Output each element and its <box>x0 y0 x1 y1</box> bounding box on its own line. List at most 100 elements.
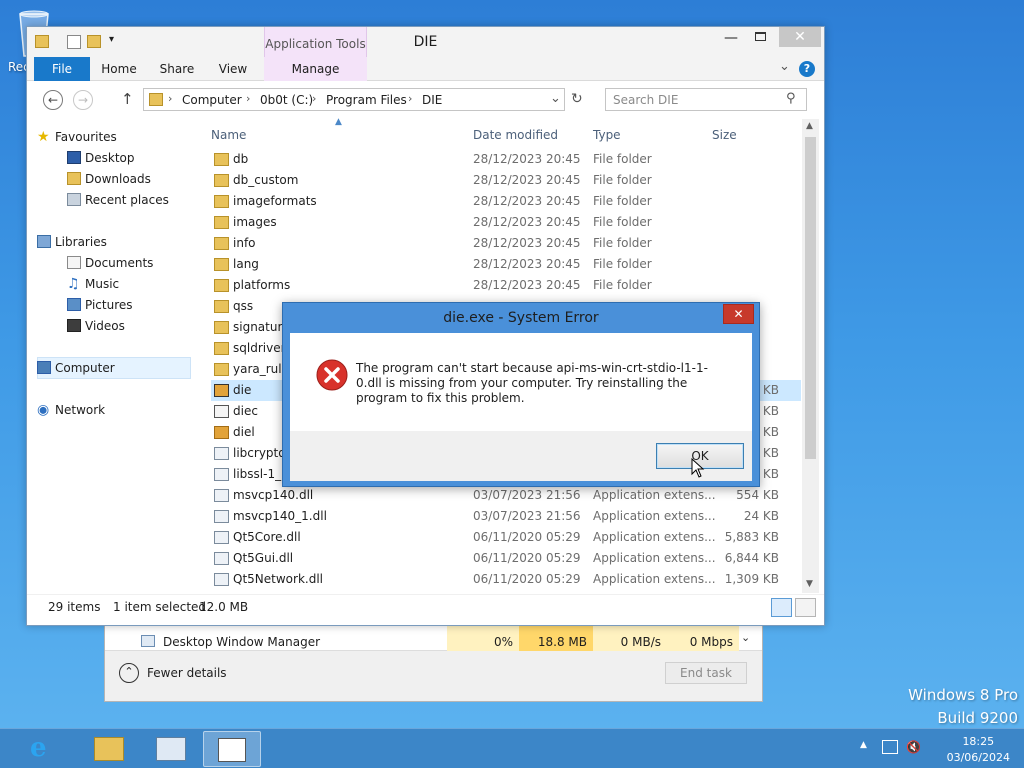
expand-ribbon-icon[interactable]: ⌄ <box>779 59 790 74</box>
show-hidden-icons-icon[interactable]: ▲ <box>860 740 867 750</box>
folder-icon <box>214 342 229 355</box>
scroll-up-icon[interactable]: ▲ <box>806 121 813 131</box>
tab-manage[interactable]: Manage <box>264 57 367 81</box>
file-row[interactable]: db_custom 28/12/2023 20:45 File folder <box>211 170 801 191</box>
item-count: 29 items <box>48 600 101 614</box>
scroll-down-icon[interactable]: ▼ <box>806 579 813 589</box>
file-name: platforms <box>233 278 291 292</box>
forward-icon[interactable]: → <box>73 90 93 110</box>
tab-home[interactable]: Home <box>99 57 139 81</box>
dialog-title: die.exe - System Error <box>443 310 599 326</box>
breadcrumb-die[interactable]: DIE <box>422 93 442 107</box>
breadcrumb-computer[interactable]: Computer <box>182 93 242 107</box>
file-row[interactable]: Qt5Gui.dll 06/11/2020 05:29 Application ex… <box>211 548 801 569</box>
network-icon[interactable] <box>882 740 898 754</box>
memory-cell: 18.8 MB <box>519 623 593 651</box>
sort-arrow-icon: ▲ <box>335 117 342 127</box>
title-bar[interactable]: ▾ DIE — ✕ <box>27 27 824 57</box>
nav-favourites[interactable]: ★ Favourites <box>37 127 117 147</box>
help-icon[interactable]: ? <box>799 61 815 77</box>
die-app-icon <box>214 384 229 397</box>
refresh-icon[interactable]: ↻ <box>571 91 583 107</box>
column-size-header[interactable]: Size <box>712 123 737 147</box>
task-manager-button[interactable] <box>142 731 200 767</box>
speaker-muted-icon[interactable]: 🔇 <box>906 740 921 754</box>
file-name: die <box>233 383 252 397</box>
file-explorer-button[interactable] <box>80 731 138 767</box>
nav-desktop[interactable]: Desktop <box>67 148 135 168</box>
tab-share[interactable]: Share <box>157 57 197 81</box>
up-icon[interactable]: ↑ <box>121 90 134 108</box>
file-row[interactable]: msvcp140_1.dll 03/07/2023 21:56 Applicatio… <box>211 506 801 527</box>
nav-recent-places[interactable]: Recent places <box>67 190 169 210</box>
minimize-icon[interactable]: — <box>724 30 738 46</box>
file-row[interactable]: msvcp140.dll 03/07/2023 21:56 Application … <box>211 485 801 506</box>
nav-downloads[interactable]: Downloads <box>67 169 151 189</box>
file-date: 06/11/2020 05:29 <box>473 530 581 544</box>
clock[interactable]: 18:25 03/06/2024 <box>947 734 1010 766</box>
file-row[interactable]: imageformats 28/12/2023 20:45 File folder <box>211 191 801 212</box>
column-date-header[interactable]: Date modified <box>473 123 558 147</box>
file-name: Qt5Gui.dll <box>233 551 294 565</box>
address-dropdown-icon[interactable]: ⌄ <box>550 91 561 106</box>
file-row[interactable]: platforms 28/12/2023 20:45 File folder <box>211 275 801 296</box>
file-row[interactable]: db 28/12/2023 20:45 File folder <box>211 149 801 170</box>
vertical-scrollbar[interactable]: ▲ ▼ <box>802 119 819 593</box>
column-name-header[interactable]: Name <box>211 123 246 147</box>
file-row[interactable]: lang 28/12/2023 20:45 File folder <box>211 254 801 275</box>
breadcrumb-drive[interactable]: 0b0t (C:) <box>260 93 313 107</box>
windows-version-watermark: Windows 8 Pro Build 9200 <box>908 684 1018 730</box>
tab-file[interactable]: File <box>34 57 90 81</box>
build-text: Build 9200 <box>937 709 1018 727</box>
folder-icon <box>214 174 229 187</box>
folder-icon <box>214 237 229 250</box>
status-bar: 29 items 1 item selected 12.0 MB <box>27 594 824 625</box>
dll-icon <box>214 489 229 502</box>
nav-computer[interactable]: Computer <box>37 358 115 378</box>
chevron-up-icon[interactable]: ⌃ <box>119 663 139 683</box>
search-box[interactable]: Search DIE ⚲ <box>605 88 807 111</box>
computer-icon <box>37 361 51 374</box>
nav-videos[interactable]: Videos <box>67 316 125 336</box>
file-type: File folder <box>593 236 652 250</box>
fewer-details-link[interactable]: Fewer details <box>147 666 227 680</box>
nav-label: Favourites <box>55 130 117 144</box>
address-bar[interactable]: › Computer › 0b0t (C:) › Program Files ›… <box>143 88 565 111</box>
scrollbar-thumb[interactable] <box>805 137 816 459</box>
file-type: File folder <box>593 173 652 187</box>
file-row[interactable]: Qt5Core.dll 06/11/2020 05:29 Application e… <box>211 527 801 548</box>
dialog-close-button[interactable]: ✕ <box>723 304 754 324</box>
internet-explorer-button[interactable]: e <box>18 731 76 767</box>
nav-pictures[interactable]: Pictures <box>67 295 133 315</box>
nav-network[interactable]: ◉ Network <box>37 400 105 420</box>
end-task-button[interactable]: End task <box>665 662 747 684</box>
large-icons-view-icon[interactable] <box>795 598 816 617</box>
column-type-header[interactable]: Type <box>593 123 621 147</box>
file-row[interactable]: images 28/12/2023 20:45 File folder <box>211 212 801 233</box>
file-row[interactable]: Qt5Network.dll 06/11/2020 05:29 Applicatio… <box>211 569 801 590</box>
file-date: 06/11/2020 05:29 <box>473 551 581 565</box>
dialog-body: The program can't start because api-ms-w… <box>290 333 752 481</box>
task-manager-window: Desktop Window Manager 0% 18.8 MB 0 MB/s… <box>104 622 763 702</box>
pictures-icon <box>67 298 81 311</box>
search-icon[interactable]: ⚲ <box>786 91 796 106</box>
process-row[interactable]: Desktop Window Manager 0% 18.8 MB 0 MB/s… <box>105 623 762 651</box>
file-row[interactable]: info 28/12/2023 20:45 File folder <box>211 233 801 254</box>
nav-libraries[interactable]: Libraries <box>37 232 107 252</box>
file-date: 06/11/2020 05:29 <box>473 572 581 586</box>
tab-view[interactable]: View <box>213 57 253 81</box>
nav-music[interactable]: ♫ Music <box>67 274 119 294</box>
die-app-button[interactable] <box>203 731 261 767</box>
close-icon[interactable]: ✕ <box>779 27 821 47</box>
nav-documents[interactable]: Documents <box>67 253 153 273</box>
navigation-bar: ← → ↑ › Computer › 0b0t (C:) › Program F… <box>27 82 824 118</box>
details-view-icon[interactable] <box>771 598 792 617</box>
maximize-icon[interactable] <box>755 32 766 41</box>
back-icon[interactable]: ← <box>43 90 63 110</box>
file-size: 5,883 KB <box>724 530 779 544</box>
process-name: Desktop Window Manager <box>163 635 321 649</box>
scroll-down-icon[interactable]: ⌄ <box>741 631 750 644</box>
file-name: db <box>233 152 249 166</box>
breadcrumb-program-files[interactable]: Program Files <box>326 93 407 107</box>
breadcrumb-chevron-icon: › <box>168 92 173 105</box>
